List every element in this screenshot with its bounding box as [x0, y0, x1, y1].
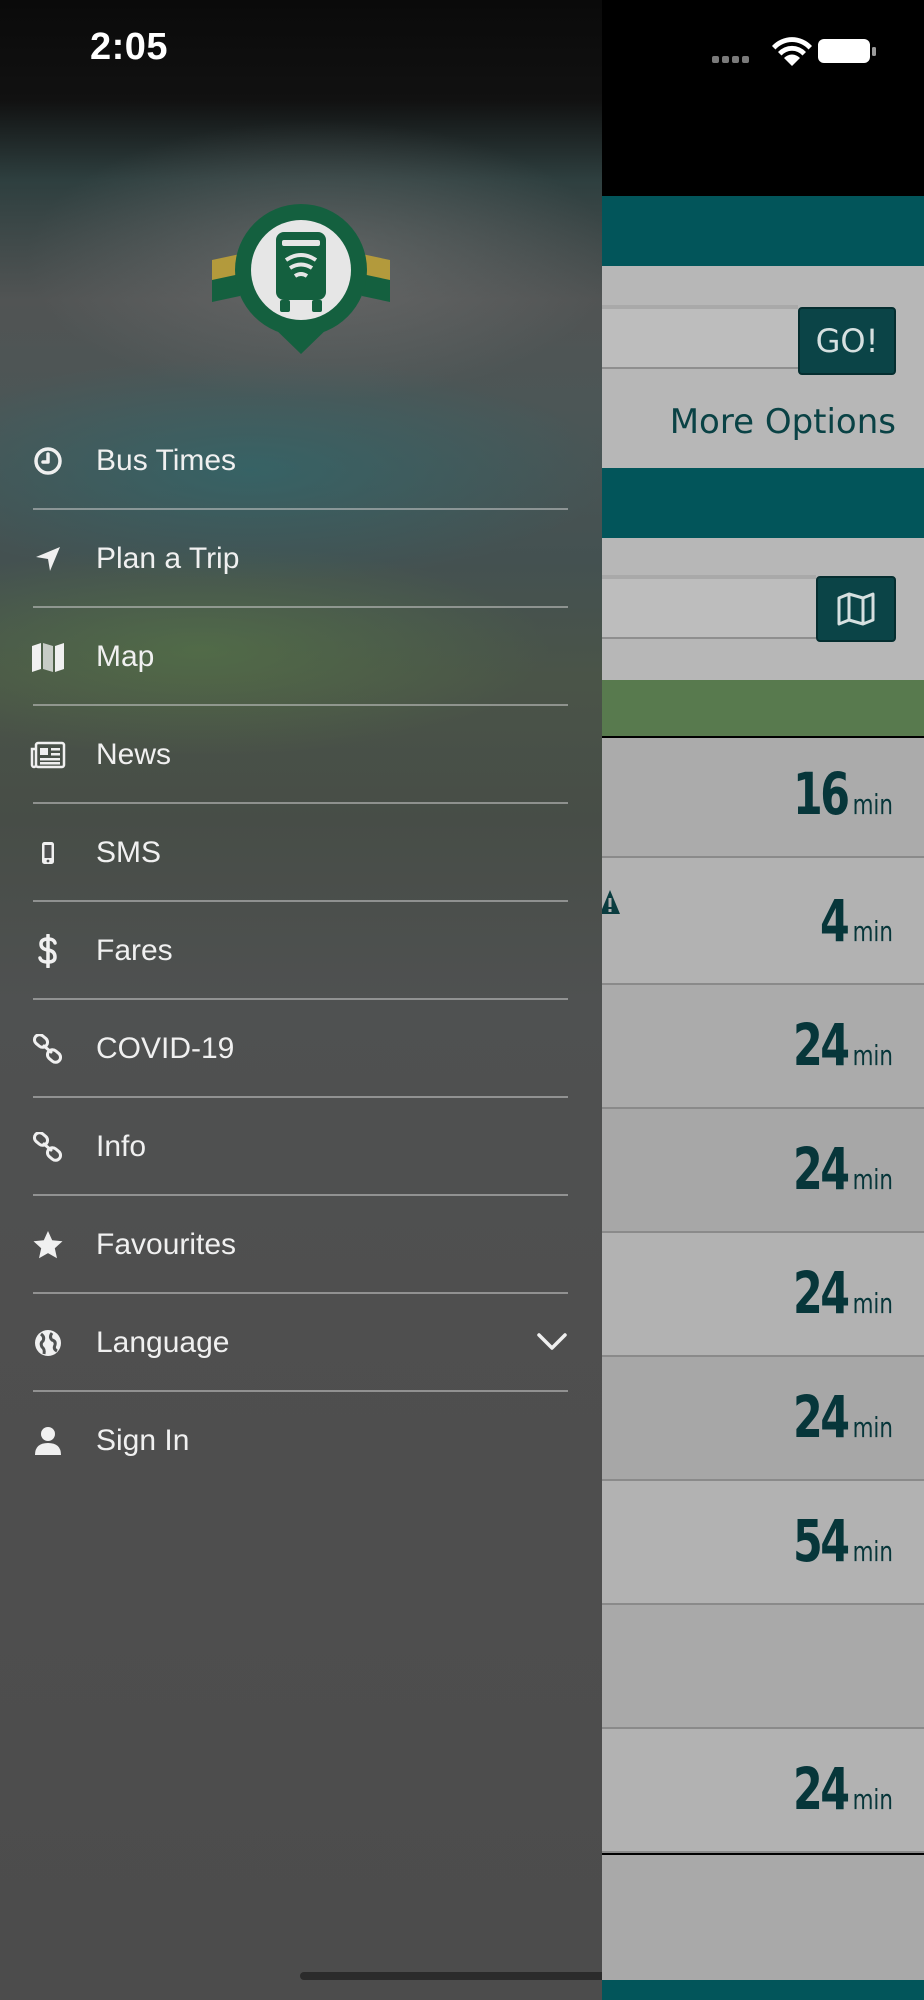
stop-input[interactable] — [602, 575, 816, 639]
link-icon — [30, 1033, 66, 1065]
menu-item-sign-in[interactable]: Sign In — [0, 1392, 602, 1490]
drawer-menu: Bus Times Plan a Trip Map News SMS Fares COVID… — [0, 412, 602, 1490]
arrival-unit: min — [853, 1783, 894, 1816]
menu-item-language[interactable]: Language — [0, 1294, 602, 1392]
newspaper-icon — [30, 739, 66, 771]
arrival-unit: min — [853, 1039, 894, 1072]
menu-item-favourites[interactable]: Favourites — [0, 1196, 602, 1294]
map-icon — [30, 641, 66, 673]
arrival-unit: min — [853, 788, 894, 821]
map-button[interactable] — [816, 576, 896, 642]
arrival-unit: min — [853, 915, 894, 948]
go-button[interactable]: GO! — [798, 307, 896, 375]
arrival-row[interactable]: 24 min — [602, 1357, 924, 1481]
arrival-time: 4 min — [814, 887, 897, 955]
menu-item-sms[interactable]: SMS — [0, 804, 602, 902]
arrival-minutes: 24 — [792, 1135, 850, 1203]
battery-icon — [818, 39, 876, 63]
search-input[interactable] — [602, 305, 798, 369]
menu-item-plan-a-trip[interactable]: Plan a Trip — [0, 510, 602, 608]
dollar-icon — [30, 934, 66, 968]
globe-icon — [30, 1327, 66, 1359]
arrival-unit: min — [853, 1411, 894, 1444]
arrival-time: 16 min — [781, 760, 897, 828]
navigation-drawer: 2:05 Bus Times Plan a Trip Map News SMS Fares… — [0, 0, 602, 2000]
user-icon — [30, 1425, 66, 1457]
arrival-row[interactable]: 24 min — [602, 1233, 924, 1357]
home-indicator — [300, 1972, 602, 1980]
arrival-row[interactable]: 24 min — [602, 1109, 924, 1233]
menu-item-news[interactable]: News — [0, 706, 602, 804]
arrival-minutes: 24 — [792, 1383, 850, 1451]
menu-item-label: Sign In — [96, 1424, 190, 1457]
arrival-row[interactable]: 4 min — [602, 858, 924, 985]
arrival-minutes: 24 — [792, 1011, 850, 1079]
arrival-minutes: 4 — [820, 887, 850, 955]
menu-item-label: News — [96, 738, 172, 771]
route-header-bar — [602, 680, 924, 736]
menu-item-label: Favourites — [96, 1228, 237, 1261]
arrival-minutes: 24 — [792, 1755, 850, 1823]
status-icons — [712, 37, 876, 66]
cellular-signal-icon — [712, 56, 749, 63]
menu-item-covid-19[interactable]: COVID-19 — [0, 1000, 602, 1098]
menu-item-label: Map — [96, 640, 155, 673]
menu-item-label: Bus Times — [96, 444, 237, 477]
arrival-row[interactable] — [602, 1605, 924, 1729]
link-icon — [30, 1131, 66, 1163]
arrival-row[interactable]: 24 min — [602, 1729, 924, 1853]
menu-item-label: Info — [96, 1130, 147, 1163]
menu-item-label: Language — [96, 1326, 230, 1359]
header-bar — [602, 196, 924, 266]
menu-item-label: COVID-19 — [96, 1032, 235, 1065]
arrival-time: 24 min — [781, 1383, 897, 1451]
arrival-row[interactable]: 24 min — [602, 985, 924, 1109]
arrival-unit: min — [853, 1287, 894, 1320]
arrival-unit: min — [853, 1535, 894, 1568]
menu-item-label: Plan a Trip — [96, 542, 240, 575]
arrival-minutes: 54 — [792, 1507, 850, 1575]
menu-item-map[interactable]: Map — [0, 608, 602, 706]
arrival-time: 24 min — [781, 1011, 897, 1079]
chevron-down-icon[interactable] — [536, 1330, 568, 1354]
arrival-minutes: 24 — [792, 1259, 850, 1327]
map-icon — [837, 592, 875, 626]
menu-item-info[interactable]: Info — [0, 1098, 602, 1196]
mobile-phone-icon — [30, 837, 66, 869]
more-options-link[interactable]: More Options — [670, 402, 896, 442]
location-arrow-icon — [30, 543, 66, 575]
star-icon — [30, 1229, 66, 1261]
wifi-icon — [772, 37, 812, 66]
list-tail — [602, 1855, 924, 1980]
stop-header-bar — [602, 468, 924, 538]
arrival-row[interactable]: 54 min — [602, 1481, 924, 1605]
clock-icon — [30, 445, 66, 477]
arrival-time: 24 min — [781, 1755, 897, 1823]
menu-item-bus-times[interactable]: Bus Times — [0, 412, 602, 510]
arrival-row[interactable]: 16 min — [602, 738, 924, 858]
bottom-bar — [602, 1980, 924, 2000]
arrival-time: 24 min — [781, 1259, 897, 1327]
menu-item-fares[interactable]: Fares — [0, 902, 602, 1000]
arrival-unit: min — [853, 1163, 894, 1196]
menu-item-label: Fares — [96, 934, 173, 967]
arrival-time: 54 min — [781, 1507, 897, 1575]
bus-logo — [212, 204, 390, 354]
menu-item-label: SMS — [96, 836, 162, 869]
arrival-minutes: 16 — [792, 760, 850, 828]
arrival-time: 24 min — [781, 1135, 897, 1203]
